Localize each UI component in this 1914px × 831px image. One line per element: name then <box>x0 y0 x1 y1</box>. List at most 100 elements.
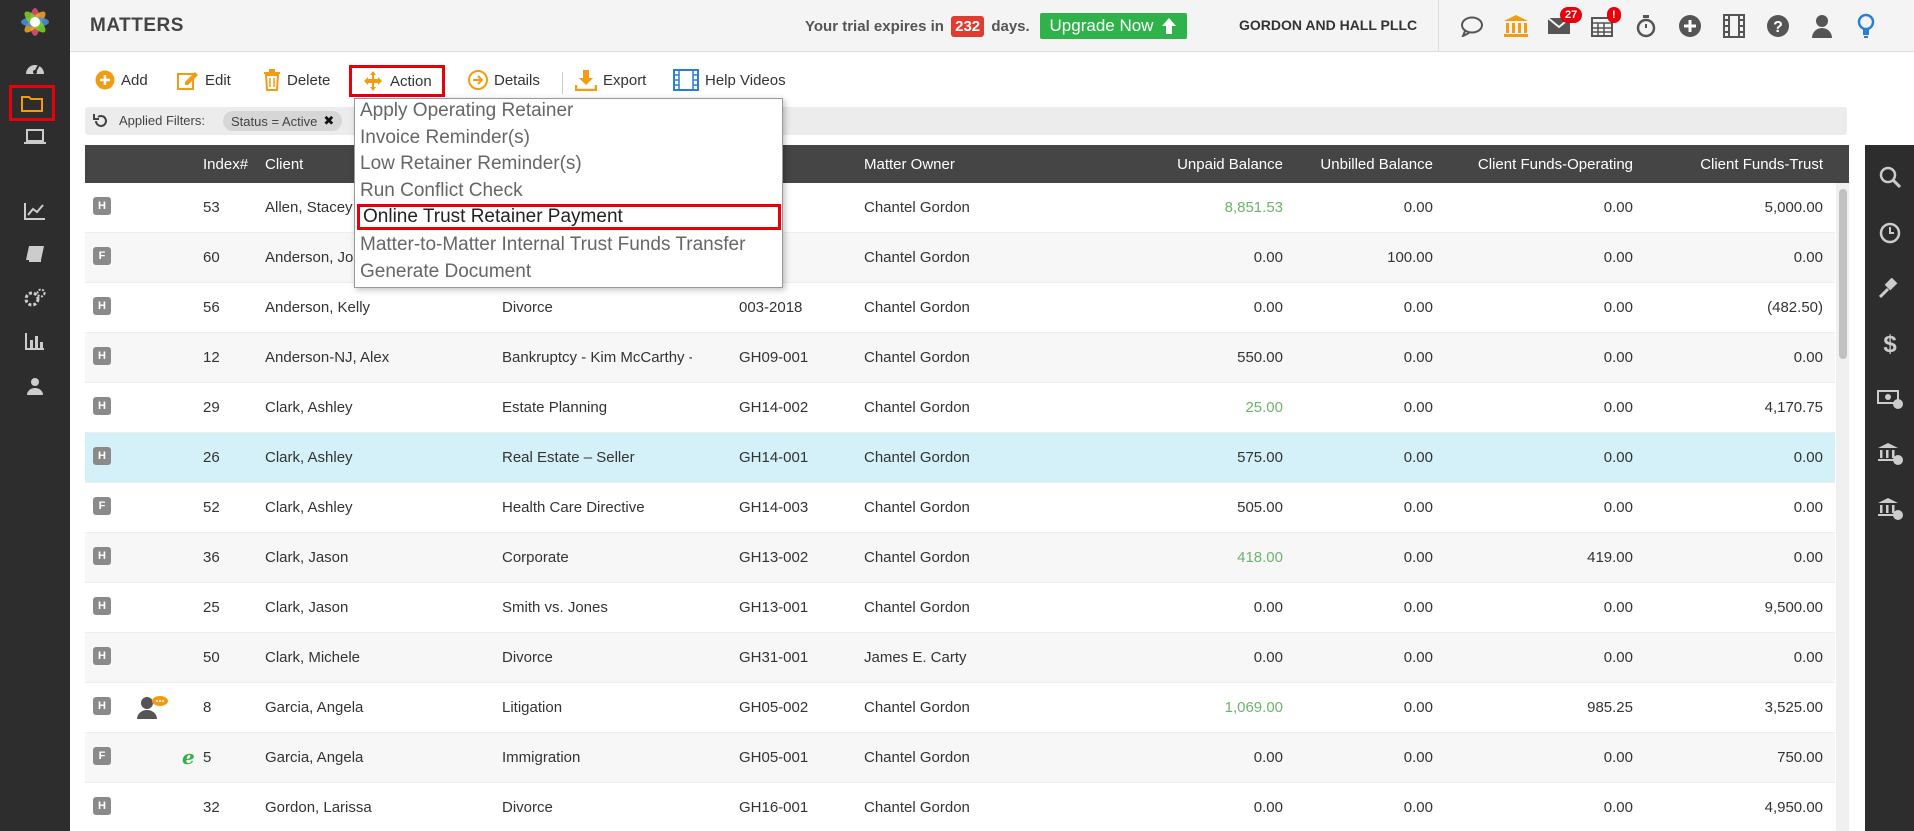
cell-matter-owner: Chantel Gordon <box>864 199 970 216</box>
upgrade-now-button[interactable]: Upgrade Now <box>1040 13 1187 39</box>
gavel-icon[interactable] <box>1876 275 1904 303</box>
table-row[interactable]: F 52 Clark, Ashley Health Care Directive GH1… <box>85 483 1835 533</box>
matter-type-tag: F <box>93 497 111 515</box>
matter-type-tag: H <box>93 697 111 715</box>
table-row[interactable]: H 8 Garcia, Angela Litigation GH05-002 Chante… <box>85 683 1835 733</box>
table-row[interactable]: H 12 Anderson-NJ, Alex Bankruptcy - Kim McC… <box>85 333 1835 383</box>
laptop-icon[interactable] <box>22 124 48 150</box>
menu-item-low-retainer-reminders[interactable]: Low Retainer Reminder(s) <box>360 153 582 175</box>
cell-matter-owner: Chantel Gordon <box>864 399 970 416</box>
cell-client-funds-operating: 0.00 <box>1603 449 1633 466</box>
cell-unpaid-balance: 575.00 <box>1237 449 1283 466</box>
delete-button[interactable]: Delete <box>263 67 330 93</box>
table-row[interactable]: H53Allen, Stacey001Chantel Gordon8,851.5… <box>85 183 1835 233</box>
edit-button[interactable]: Edit <box>177 67 231 93</box>
calendar-icon[interactable]: ! <box>1587 7 1621 40</box>
table-row[interactable]: H 26 Clark, Ashley Real Estate – Seller GH14… <box>85 433 1835 483</box>
cell-matter-number: GH14-003 <box>739 499 809 516</box>
menu-item-matter-to-matter-transfer[interactable]: Matter-to-Matter Internal Trust Funds Tr… <box>360 234 745 256</box>
matter-type-tag: H <box>93 597 111 615</box>
bar-chart-icon[interactable] <box>22 328 48 354</box>
mail-icon[interactable]: 27 <box>1544 7 1583 40</box>
user-icon[interactable] <box>22 373 48 399</box>
move-arrows-icon <box>364 71 382 91</box>
table-row[interactable]: H 50 Clark, Michele Divorce GH31-001 James E.… <box>85 633 1835 683</box>
table-row[interactable]: H 25 Clark, Jason Smith vs. Jones GH13-001 Ch… <box>85 583 1835 633</box>
money-bill-icon[interactable] <box>1876 385 1904 413</box>
remove-filter-icon[interactable]: ✖ <box>323 113 334 129</box>
firm-name: GORDON AND HALL PLLC <box>1239 17 1418 33</box>
col-client-funds-operating[interactable]: Client Funds-Operating <box>1433 156 1633 173</box>
help-videos-label: Help Videos <box>705 71 786 89</box>
export-button[interactable]: Export <box>575 67 646 93</box>
matters-folder-icon[interactable] <box>9 85 55 121</box>
col-unbilled-balance[interactable]: Unbilled Balance <box>1273 156 1433 173</box>
cell-client: Clark, Michele <box>265 649 361 666</box>
table-row[interactable]: H 56 Anderson, Kelly Divorce 003-2018 Chantel… <box>85 283 1835 333</box>
trash-icon <box>264 69 280 91</box>
chat-bubble-icon[interactable] <box>1457 12 1487 40</box>
table-scrollbar[interactable] <box>1836 183 1849 831</box>
matter-type-tag: H <box>93 197 111 215</box>
cell-client: Clark, Ashley <box>265 399 353 416</box>
stopwatch-icon[interactable] <box>1631 12 1661 40</box>
bank-transfer-icon[interactable] <box>1876 495 1904 523</box>
col-index[interactable]: Index# <box>203 156 248 173</box>
cell-matter-owner: Chantel Gordon <box>864 799 970 816</box>
bank-icon[interactable] <box>1501 12 1531 40</box>
cell-unbilled-balance: 0.00 <box>1403 199 1433 216</box>
app-logo[interactable] <box>17 4 53 40</box>
table-row[interactable]: H 29 Clark, Ashley Estate Planning GH14-002 C… <box>85 383 1835 433</box>
col-client[interactable]: Client <box>265 156 303 173</box>
cell-matter-owner: Chantel Gordon <box>864 249 970 266</box>
scroll-thumb[interactable] <box>1839 189 1847 359</box>
applied-filters-bar: Applied Filters: Status = Active ✖ <box>85 107 1847 135</box>
cell-index: 52 <box>203 499 220 516</box>
table-row[interactable]: F60Anderson, Jol018Chantel Gordon0.00100… <box>85 233 1835 283</box>
menu-item-online-trust-retainer-payment[interactable]: Online Trust Retainer Payment <box>357 204 781 230</box>
cell-index: 25 <box>203 599 220 616</box>
clock-icon[interactable] <box>1876 219 1904 247</box>
dashboard-icon[interactable] <box>22 54 48 80</box>
add-button[interactable]: Add <box>95 67 148 93</box>
cell-client-funds-operating: 0.00 <box>1603 799 1633 816</box>
mail-count-badge: 27 <box>1560 7 1583 23</box>
help-videos-button[interactable]: Help Videos <box>673 67 786 93</box>
action-button[interactable]: Action <box>349 65 445 97</box>
col-matter-owner[interactable]: Matter Owner <box>864 156 955 173</box>
details-button[interactable]: Details <box>468 67 540 93</box>
menu-item-generate-document[interactable]: Generate Document <box>360 261 531 283</box>
reset-filter-icon[interactable] <box>93 113 109 129</box>
lightbulb-icon[interactable] <box>1851 12 1881 40</box>
cell-unpaid-balance: 505.00 <box>1237 499 1283 516</box>
search-icon[interactable] <box>1876 163 1904 191</box>
add-circle-icon[interactable] <box>1675 12 1705 40</box>
cell-client-funds-operating: 0.00 <box>1603 649 1633 666</box>
top-header: MATTERS Your trial expires in 232 days. … <box>70 0 1914 52</box>
cell-matter: Corporate <box>502 549 569 566</box>
table-row[interactable]: F 5 Garcia, Angela Immigration GH05-001 Chant… <box>85 733 1835 783</box>
col-unpaid-balance[interactable]: Unpaid Balance <box>1133 156 1283 173</box>
table-row[interactable]: H 36 Clark, Jason Corporate GH13-002 Chantel … <box>85 533 1835 583</box>
menu-item-invoice-reminders[interactable]: Invoice Reminder(s) <box>360 127 530 149</box>
cell-client-funds-trust: 0.00 <box>1793 349 1823 366</box>
user-profile-icon[interactable] <box>1807 12 1837 40</box>
book-icon[interactable] <box>22 241 48 267</box>
reports-chart-icon[interactable] <box>22 198 48 224</box>
table-row[interactable]: H 32 Gordon, Larissa Divorce GH16-001 Chantel… <box>85 783 1835 831</box>
menu-item-apply-operating-retainer[interactable]: Apply Operating Retainer <box>360 100 573 122</box>
cell-matter: Immigration <box>502 749 581 766</box>
left-sidebar <box>0 0 70 831</box>
trial-suffix: days. <box>991 18 1030 35</box>
cell-unpaid-balance: 25.00 <box>1245 399 1283 416</box>
dollar-icon[interactable]: $ <box>1876 330 1904 358</box>
bank-deposit-icon[interactable] <box>1876 440 1904 468</box>
menu-item-run-conflict-check[interactable]: Run Conflict Check <box>360 180 523 202</box>
help-icon[interactable]: ? <box>1763 12 1793 40</box>
cell-client-funds-trust: 4,950.00 <box>1764 799 1823 816</box>
col-client-funds-trust[interactable]: Client Funds-Trust <box>1633 156 1823 173</box>
film-icon[interactable] <box>1719 12 1749 40</box>
settings-gears-icon[interactable] <box>22 285 48 311</box>
cell-client-funds-operating: 419.00 <box>1587 549 1633 566</box>
cell-matter: Divorce <box>502 299 553 316</box>
